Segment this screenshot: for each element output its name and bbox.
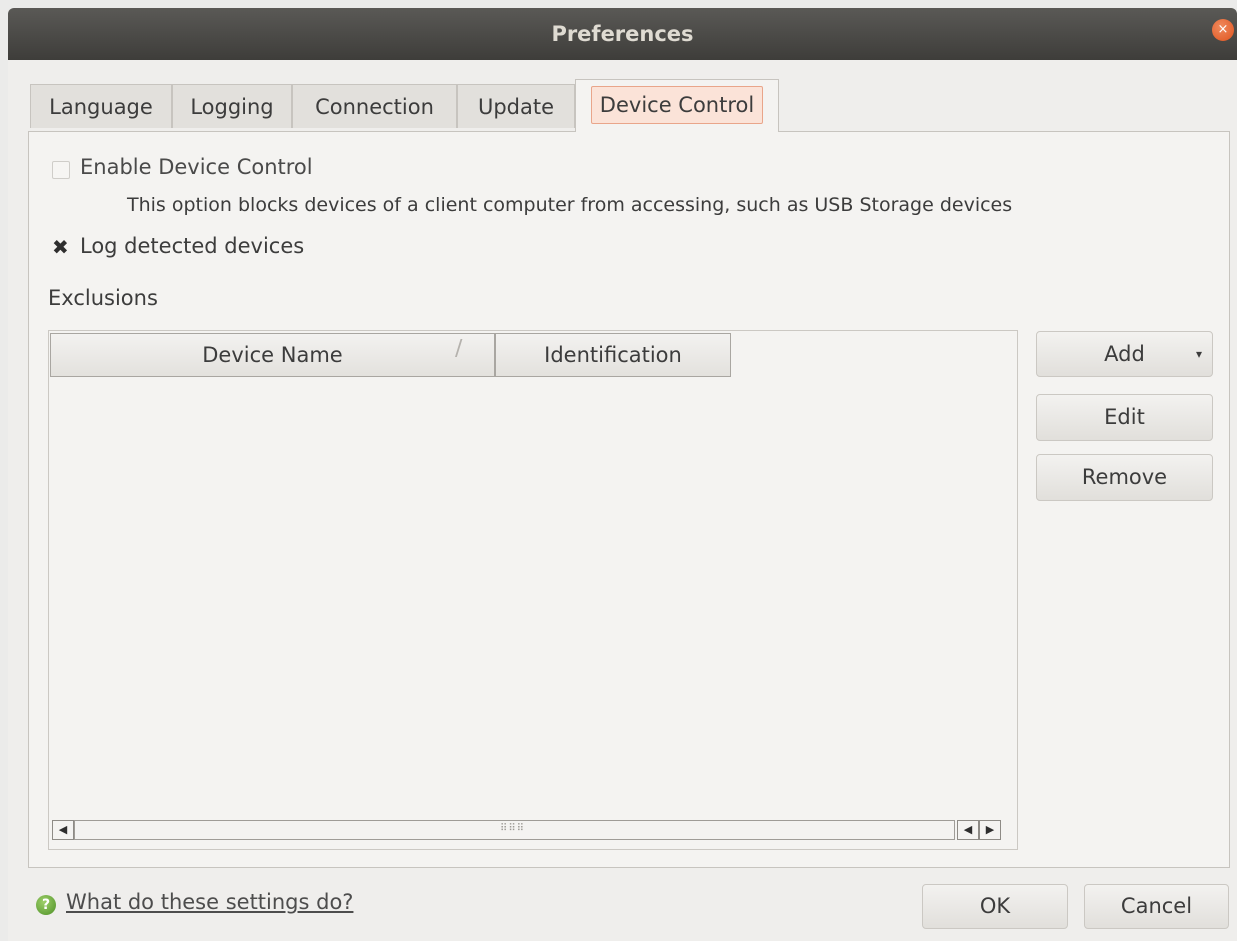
help-icon: ?: [36, 895, 56, 915]
column-header-device-name[interactable]: Device Name: [50, 333, 495, 377]
scroll-left-button[interactable]: ◀: [52, 820, 74, 840]
ok-button[interactable]: OK: [922, 884, 1068, 929]
column-header-label: Identification: [544, 343, 682, 367]
cancel-button[interactable]: Cancel: [1084, 884, 1229, 929]
enable-device-control-description: This option blocks devices of a client c…: [127, 194, 1013, 216]
log-detected-devices-checkbox[interactable]: ✖: [52, 237, 70, 257]
add-button-label: Add: [1104, 342, 1145, 366]
column-header-identification[interactable]: Identification: [495, 333, 731, 377]
exclusions-label: Exclusions: [48, 286, 158, 310]
scrollbar-grip-icon: ⠿⠿⠿: [500, 823, 525, 834]
ok-button-label: OK: [979, 894, 1011, 918]
cancel-button-label: Cancel: [1120, 894, 1193, 918]
exclusions-list[interactable]: [48, 330, 1018, 850]
sort-icon: ∕: [455, 336, 463, 361]
scroll-right-button[interactable]: ▶: [979, 820, 1001, 840]
log-detected-devices-label[interactable]: Log detected devices: [80, 234, 304, 258]
edit-button[interactable]: Edit: [1036, 394, 1213, 441]
scroll-left-button-end[interactable]: ◀: [957, 820, 979, 840]
column-header-label: Device Name: [202, 343, 343, 367]
enable-device-control-label[interactable]: Enable Device Control: [80, 155, 313, 179]
enable-device-control-checkbox[interactable]: [52, 161, 70, 179]
chevron-down-icon: ▾: [1195, 347, 1202, 361]
help-link[interactable]: What do these settings do?: [66, 890, 353, 914]
add-button[interactable]: Add ▾: [1036, 331, 1213, 377]
remove-button[interactable]: Remove: [1036, 454, 1213, 501]
remove-button-label: Remove: [1081, 465, 1168, 489]
edit-button-label: Edit: [1104, 405, 1145, 429]
